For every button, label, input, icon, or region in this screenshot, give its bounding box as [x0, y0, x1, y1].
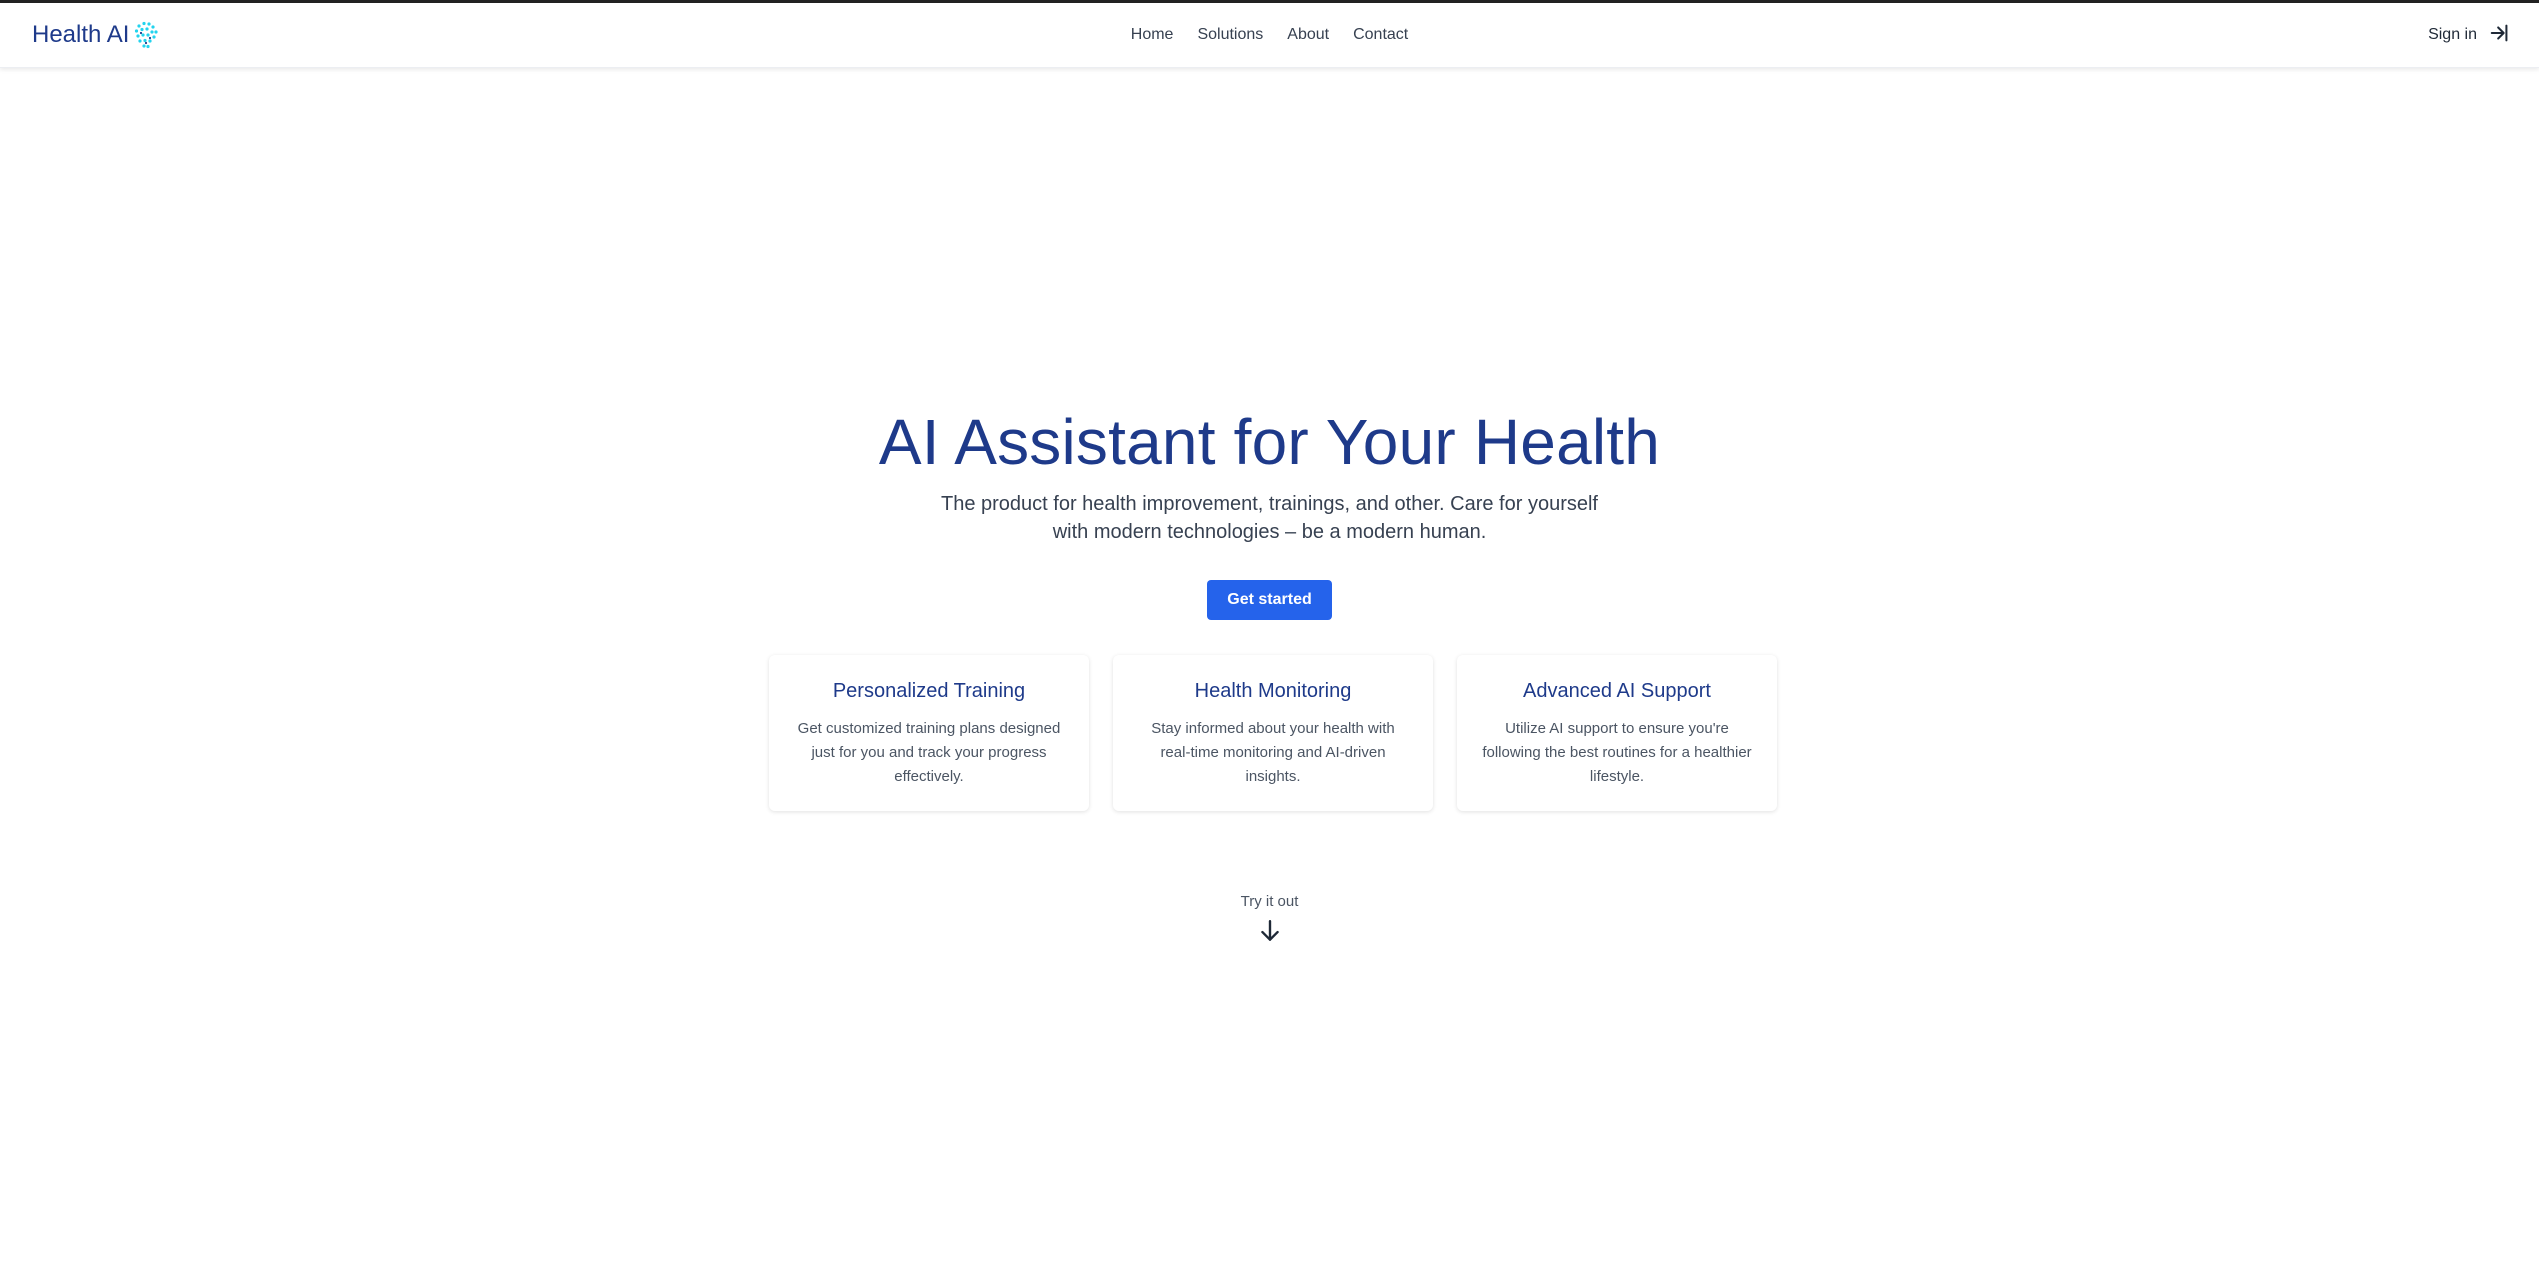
feature-card-personalized-training: Personalized Training Get customized tra…: [769, 655, 1089, 811]
feature-cards: Personalized Training Get customized tra…: [769, 655, 1777, 811]
sign-in-button[interactable]: Sign in: [2428, 3, 2511, 67]
try-it-out-label: Try it out: [1240, 893, 1299, 910]
hero: AI Assistant for Your Health The product…: [0, 400, 2539, 620]
feature-title: Health Monitoring: [1194, 680, 1352, 702]
dotted-brain-icon: [133, 20, 159, 50]
logo-text: Health AI: [32, 21, 130, 48]
nav-solutions[interactable]: Solutions: [1197, 26, 1263, 44]
nav-contact[interactable]: Contact: [1353, 26, 1408, 44]
feature-card-health-monitoring: Health Monitoring Stay informed about yo…: [1113, 655, 1433, 811]
hero-title: AI Assistant for Your Health: [878, 406, 1661, 478]
nav-home[interactable]: Home: [1131, 26, 1174, 44]
feature-title: Personalized Training: [832, 680, 1026, 702]
site-header: Health AI Home Solutions About Contact S…: [0, 3, 2539, 68]
main-nav: Home Solutions About Contact: [1131, 3, 1408, 67]
try-it-out-link[interactable]: Try it out: [0, 893, 2539, 944]
feature-text: Utilize AI support to ensure you're foll…: [1482, 720, 1752, 785]
sign-in-arrow-icon: [2489, 22, 2511, 49]
sign-in-label: Sign in: [2428, 26, 2477, 43]
hero-subtitle: The product for health improvement, trai…: [940, 493, 1598, 543]
feature-card-advanced-ai-support: Advanced AI Support Utilize AI support t…: [1457, 655, 1777, 811]
get-started-button[interactable]: Get started: [1207, 580, 1332, 620]
feature-text: Get customized training plans designed j…: [797, 720, 1061, 785]
nav-about[interactable]: About: [1287, 26, 1329, 44]
feature-title: Advanced AI Support: [1523, 680, 1711, 702]
feature-text: Stay informed about your health with rea…: [1151, 720, 1395, 785]
arrow-down-icon: [1260, 920, 1279, 941]
logo[interactable]: Health AI: [32, 17, 159, 53]
